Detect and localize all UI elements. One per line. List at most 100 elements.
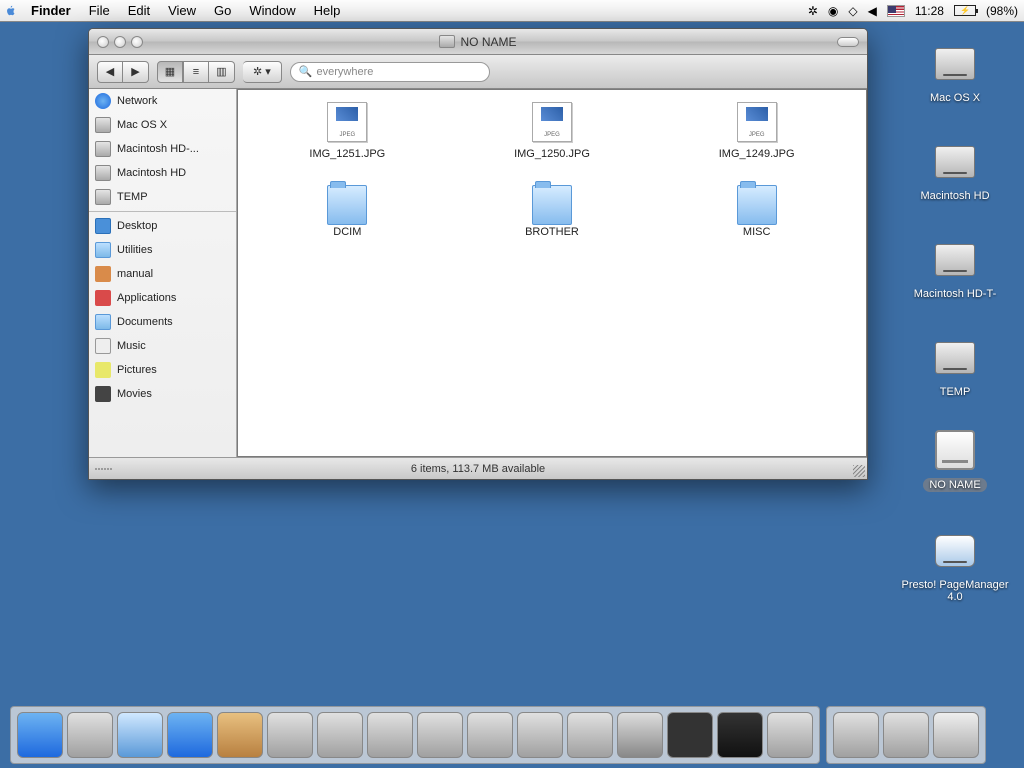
desktop-icon-macintosh-hd-t-[interactable]: Macintosh HD-T- [900,236,1010,300]
forward-button[interactable]: ▶ [123,61,149,83]
dock-disk[interactable] [883,712,929,758]
file-item[interactable]: IMG_1251.JPG [262,102,432,160]
dock-ichat[interactable] [67,712,113,758]
menu-window[interactable]: Window [240,3,304,18]
sidebar-item-label: Music [117,340,146,352]
desktop-icon-label: Macintosh HD [900,190,1010,202]
sidebar-item-temp[interactable]: TEMP [89,185,236,209]
scripts-menu-icon[interactable]: ✲ [808,4,818,18]
volume-icon [439,35,455,48]
view-mode-buttons: ▦ ≡ ▥ [157,61,235,83]
desktop-icon-no-name[interactable]: NO NAME [900,426,1010,492]
sidebar-item-network[interactable]: Network [89,89,236,113]
sidebar-item-label: Documents [117,316,173,328]
removable-disk-icon [935,430,975,470]
file-item[interactable]: DCIM [262,180,432,238]
desktop-icon-temp[interactable]: TEMP [900,334,1010,398]
desktop-icon-label: Presto! PageManager 4.0 [900,579,1010,603]
sidebar-item-macintosh-hd-[interactable]: Macintosh HD-... [89,137,236,161]
dock-applications[interactable] [833,712,879,758]
clock[interactable]: 11:28 [915,4,944,18]
mov-icon [95,386,111,402]
dock-quicktime[interactable] [517,712,563,758]
action-menu[interactable]: ✲ ▾ [243,61,282,83]
dock-printer[interactable] [567,712,613,758]
menu-help[interactable]: Help [305,3,350,18]
desktop-icon-label: TEMP [900,386,1010,398]
sidebar-item-utilities[interactable]: Utilities [89,238,236,262]
app-icon [95,290,111,306]
sidebar-item-mac-os-x[interactable]: Mac OS X [89,113,236,137]
file-item[interactable]: BROTHER [467,180,637,238]
desktop-icon-presto-pagemanager-4-0[interactable]: Presto! PageManager 4.0 [900,527,1010,603]
sidebar-item-pictures[interactable]: Pictures [89,358,236,382]
dock-ie[interactable] [167,712,213,758]
column-view-button[interactable]: ▥ [209,61,235,83]
sidebar-item-music[interactable]: Music [89,334,236,358]
sidebar-item-label: Mac OS X [117,119,167,131]
desktop-icon-label: Mac OS X [900,92,1010,104]
search-field[interactable]: 🔍 everywhere [290,62,490,82]
file-label: MISC [672,226,842,238]
dock-safari[interactable] [117,712,163,758]
sidebar-item-macintosh-hd[interactable]: Macintosh HD [89,161,236,185]
file-item[interactable]: IMG_1250.JPG [467,102,637,160]
dock-textedit[interactable] [367,712,413,758]
sidebar-item-movies[interactable]: Movies [89,382,236,406]
sidebar-item-label: Macintosh HD-... [117,143,199,155]
music-icon [95,338,111,354]
battery-menu-icon[interactable]: ⚡ [954,5,976,16]
hd-icon [95,117,111,133]
fold-icon [95,242,111,258]
menu-view[interactable]: View [159,3,205,18]
input-menu-flag-icon[interactable] [887,5,905,17]
dock-stickies[interactable] [417,712,463,758]
dock-sysprefs[interactable] [617,712,663,758]
search-placeholder: everywhere [317,66,374,78]
sidebar-item-documents[interactable]: Documents [89,310,236,334]
dock-iphoto[interactable] [267,712,313,758]
finder-window: NO NAME ◀ ▶ ▦ ≡ ▥ ✲ ▾ 🔍 everywhere Netwo… [88,28,868,480]
menu-edit[interactable]: Edit [119,3,159,18]
sidebar-item-label: Desktop [117,220,157,232]
toolbar-toggle-button[interactable] [837,37,859,47]
menu-go[interactable]: Go [205,3,240,18]
resize-handle[interactable] [853,465,865,477]
dock-capture[interactable] [467,712,513,758]
desktop-icon-macintosh-hd[interactable]: Macintosh HD [900,138,1010,202]
desktop-icon-mac-os-x[interactable]: Mac OS X [900,40,1010,104]
jpeg-file-icon [737,102,777,142]
grip-icon [95,468,112,470]
file-label: IMG_1251.JPG [262,148,432,160]
icon-view-button[interactable]: ▦ [157,61,183,83]
list-view-button[interactable]: ≡ [183,61,209,83]
file-browser[interactable]: IMG_1251.JPG IMG_1250.JPG IMG_1249.JPG DCIM… [237,89,867,457]
sidebar-item-label: Network [117,95,157,107]
sidebar[interactable]: Network Mac OS X Macintosh HD-... Macintosh… [89,89,237,457]
dock-finder[interactable] [17,712,63,758]
apple-menu[interactable] [0,4,22,18]
file-label: BROTHER [467,226,637,238]
toolbar: ◀ ▶ ▦ ≡ ▥ ✲ ▾ 🔍 everywhere [89,55,867,89]
pic-icon [95,362,111,378]
sidebar-item-manual[interactable]: manual [89,262,236,286]
file-item[interactable]: MISC [672,180,842,238]
search-icon: 🔍 [299,65,313,78]
desktop-icon-label: NO NAME [923,478,986,492]
volume-menu-icon[interactable]: ◀ [868,4,877,18]
dock-activity[interactable] [717,712,763,758]
back-button[interactable]: ◀ [97,61,123,83]
sidebar-item-applications[interactable]: Applications [89,286,236,310]
dock-imagecapture[interactable] [317,712,363,758]
displays-menu-icon[interactable]: ◉ [828,4,838,18]
menu-file[interactable]: File [80,3,119,18]
window-titlebar[interactable]: NO NAME [89,29,867,55]
airport-menu-icon[interactable]: ◇ [848,4,857,18]
file-item[interactable]: IMG_1249.JPG [672,102,842,160]
dock-dashboard[interactable] [667,712,713,758]
dock-pagemanager[interactable] [767,712,813,758]
app-menu[interactable]: Finder [22,3,80,18]
dock-trash[interactable] [933,712,979,758]
sidebar-item-desktop[interactable]: Desktop [89,211,236,238]
dock-addressbook[interactable] [217,712,263,758]
